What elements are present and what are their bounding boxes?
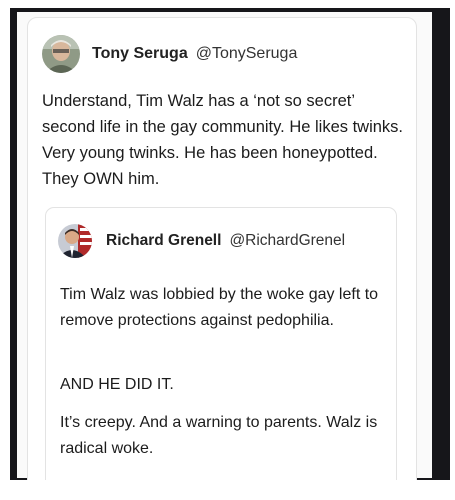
quoted-paragraph: Tim Walz was lobbied by the woke gay lef… [60,286,379,329]
quoted-author-name[interactable]: Richard Grenell [106,232,221,250]
bottom-margin [10,480,450,500]
profile-photo-icon[interactable] [42,35,80,73]
quoted-post[interactable]: Richard Grenell @RichardGrenel Tim Walz … [45,207,397,493]
post-author-handle[interactable]: @TonySeruga [196,45,298,63]
quoted-paragraph: It’s creepy. And a warning to parents. W… [60,414,378,457]
quoted-author-row: Richard Grenell @RichardGrenel [58,222,345,260]
quoted-author-handle[interactable]: @RichardGrenel [229,232,345,250]
post-author-row: Tony Seruga @TonySeruga [42,32,297,76]
post-author-name[interactable]: Tony Seruga [92,45,188,63]
post-text: Understand, Tim Walz has a ‘not so secre… [42,92,404,188]
profile-photo-icon[interactable] [58,224,92,258]
quoted-paragraph: AND HE DID IT. [60,376,174,393]
post-card[interactable]: Tony Seruga @TonySeruga Understand, Tim … [27,17,417,494]
